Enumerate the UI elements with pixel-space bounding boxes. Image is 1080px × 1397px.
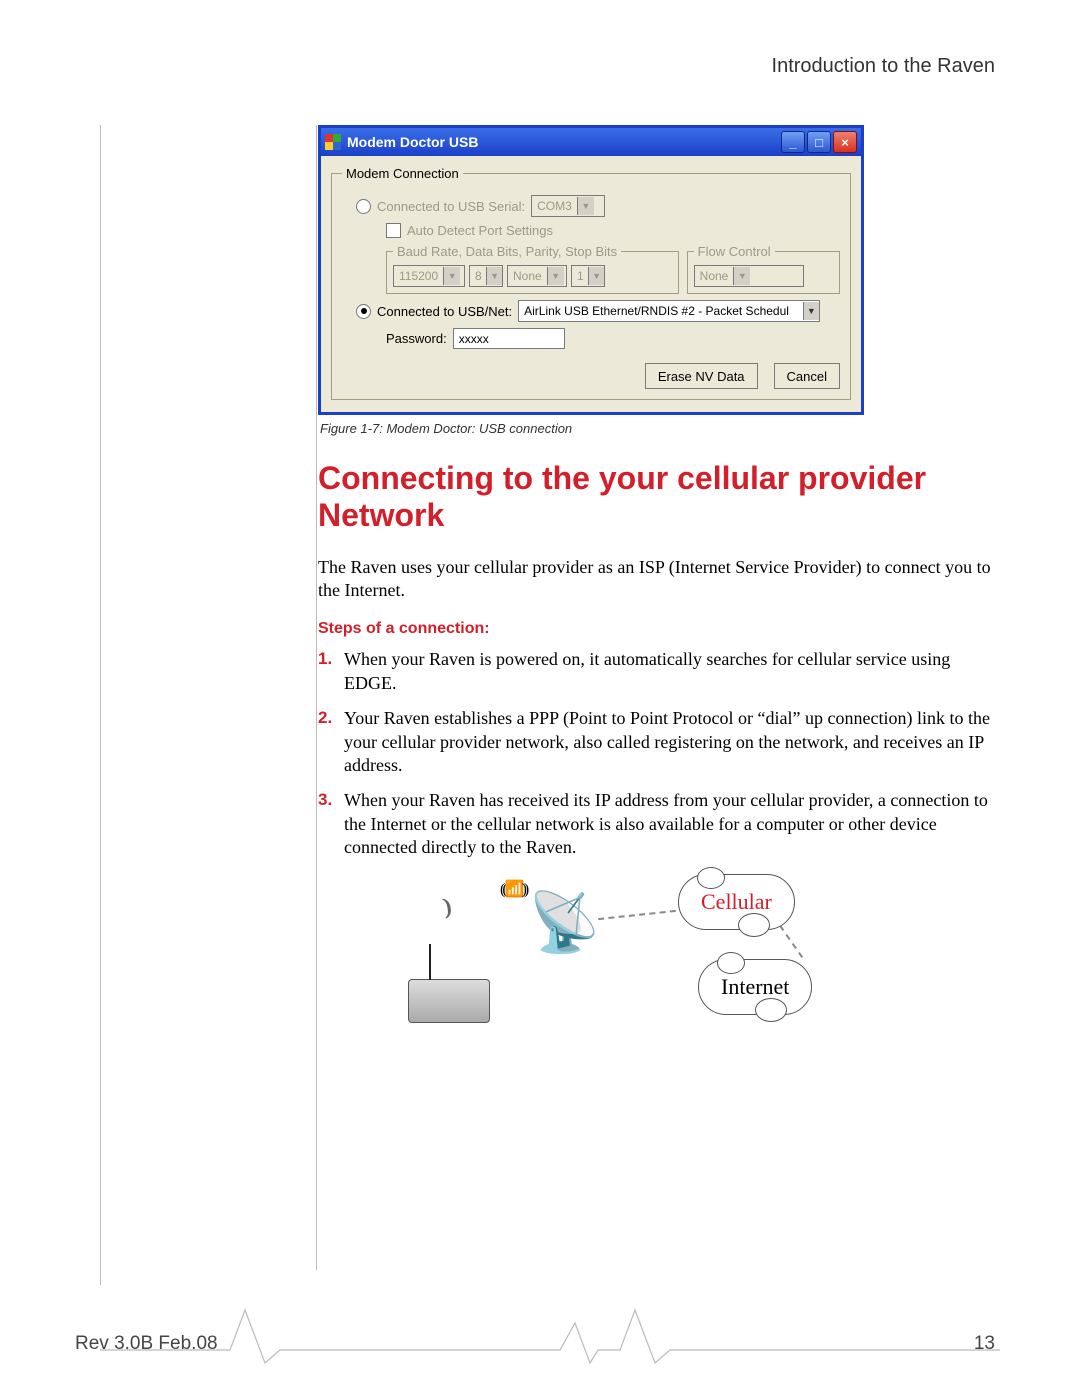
main-content: Modem Doctor USB _ □ × Modem Connection …	[318, 125, 998, 1044]
net-radio-row: Connected to USB/Net: AirLink USB Ethern…	[356, 300, 840, 322]
databits-value: 8	[470, 269, 486, 283]
baud-group: Baud Rate, Data Bits, Parity, Stop Bits …	[386, 244, 679, 294]
signal-waves-icon: ))))	[441, 894, 447, 920]
serial-params-row: Baud Rate, Data Bits, Parity, Stop Bits …	[386, 244, 840, 294]
window-body: Modem Connection Connected to USB Serial…	[321, 156, 861, 412]
serial-port-combo[interactable]: COM3 ▼	[531, 195, 605, 217]
flow-combo[interactable]: None▼	[694, 265, 804, 287]
baud-combo[interactable]: 115200▼	[393, 265, 465, 287]
list-item: 2.Your Raven establishes a PPP (Point to…	[344, 707, 998, 777]
section-heading: Connecting to the your cellular provider…	[318, 460, 998, 534]
auto-detect-label: Auto Detect Port Settings	[407, 223, 553, 238]
dialog-button-row: Erase NV Data Cancel	[342, 363, 840, 389]
stopbits-combo[interactable]: 1▼	[571, 265, 605, 287]
list-item: 1.When your Raven is powered on, it auto…	[344, 648, 998, 695]
list-item: 3.When your Raven has received its IP ad…	[344, 789, 998, 859]
password-label: Password:	[386, 331, 447, 346]
chevron-down-icon: ▼	[733, 267, 750, 285]
step-number: 3.	[318, 789, 332, 811]
erase-nv-button[interactable]: Erase NV Data	[645, 363, 758, 389]
link-line	[598, 909, 676, 919]
databits-combo[interactable]: 8▼	[469, 265, 503, 287]
modem-connection-legend: Modem Connection	[342, 166, 463, 181]
footer-revision: Rev 3.0B Feb.08	[75, 1333, 218, 1355]
password-field[interactable]: xxxxx	[453, 328, 565, 349]
steps-list: 1. When your Raven is powered on, it auto…	[318, 648, 998, 859]
serial-radio-row: Connected to USB Serial: COM3 ▼	[356, 195, 840, 217]
step-text: When your Raven is powered on, it automa…	[344, 649, 950, 692]
running-header: Introduction to the Raven	[772, 55, 995, 78]
password-row: Password: xxxxx	[386, 328, 840, 349]
flow-group: Flow Control None▼	[687, 244, 840, 294]
auto-detect-row: Auto Detect Port Settings	[386, 223, 840, 238]
radio-usb-net[interactable]	[356, 304, 371, 319]
radio-usb-net-label: Connected to USB/Net:	[377, 304, 512, 319]
chevron-down-icon: ▼	[486, 267, 502, 285]
footer-page-number: 13	[974, 1333, 995, 1355]
step-number: 2.	[318, 707, 332, 729]
chevron-down-icon: ▼	[588, 267, 604, 285]
chevron-down-icon: ▼	[803, 302, 820, 320]
connection-diagram: )))) ((📶)) 📡 Cellular Internet	[408, 874, 868, 1044]
maximize-button[interactable]: □	[807, 131, 831, 153]
modem-connection-group: Modem Connection Connected to USB Serial…	[331, 166, 851, 400]
step-text: When your Raven has received its IP addr…	[344, 790, 988, 857]
stopbits-value: 1	[572, 269, 588, 283]
step-text: Your Raven establishes a PPP (Point to P…	[344, 708, 990, 775]
intro-paragraph: The Raven uses your cellular provider as…	[318, 556, 998, 603]
figure-caption: Figure 1-7: Modem Doctor: USB connection	[320, 421, 998, 436]
close-button[interactable]: ×	[833, 131, 857, 153]
step-number: 1.	[318, 648, 332, 670]
document-page: Introduction to the Raven Modem Doctor U…	[0, 0, 1080, 1397]
cancel-button[interactable]: Cancel	[774, 363, 840, 389]
net-adapter-value: AirLink USB Ethernet/RNDIS #2 - Packet S…	[519, 304, 802, 318]
net-adapter-combo[interactable]: AirLink USB Ethernet/RNDIS #2 - Packet S…	[518, 300, 820, 322]
window-title: Modem Doctor USB	[347, 134, 781, 150]
chevron-down-icon: ▼	[577, 197, 594, 215]
steps-subheading: Steps of a connection:	[318, 620, 998, 638]
antenna-signal-icon: ((📶))	[500, 879, 526, 899]
cell-tower-icon: 📡	[528, 894, 600, 952]
chevron-down-icon: ▼	[547, 267, 564, 285]
serial-port-value: COM3	[532, 199, 577, 213]
radio-usb-serial-label: Connected to USB Serial:	[377, 199, 525, 214]
parity-value: None	[508, 269, 547, 283]
flow-legend: Flow Control	[694, 244, 775, 259]
flow-value: None	[695, 269, 734, 283]
baud-legend: Baud Rate, Data Bits, Parity, Stop Bits	[393, 244, 621, 259]
radio-usb-serial[interactable]	[356, 199, 371, 214]
parity-combo[interactable]: None▼	[507, 265, 567, 287]
baud-value: 115200	[394, 269, 443, 283]
column-rule	[316, 125, 317, 1270]
auto-detect-checkbox[interactable]	[386, 223, 401, 238]
modem-doctor-window: Modem Doctor USB _ □ × Modem Connection …	[318, 125, 864, 415]
internet-cloud: Internet	[698, 959, 812, 1015]
app-icon	[325, 134, 341, 150]
chevron-down-icon: ▼	[443, 267, 460, 285]
cellular-cloud: Cellular	[678, 874, 795, 930]
minimize-button[interactable]: _	[781, 131, 805, 153]
modem-device-icon	[408, 979, 490, 1023]
window-titlebar: Modem Doctor USB _ □ ×	[321, 128, 861, 156]
page-margin-rule	[100, 125, 101, 1285]
footer-heartbeat-line	[100, 1305, 1000, 1365]
